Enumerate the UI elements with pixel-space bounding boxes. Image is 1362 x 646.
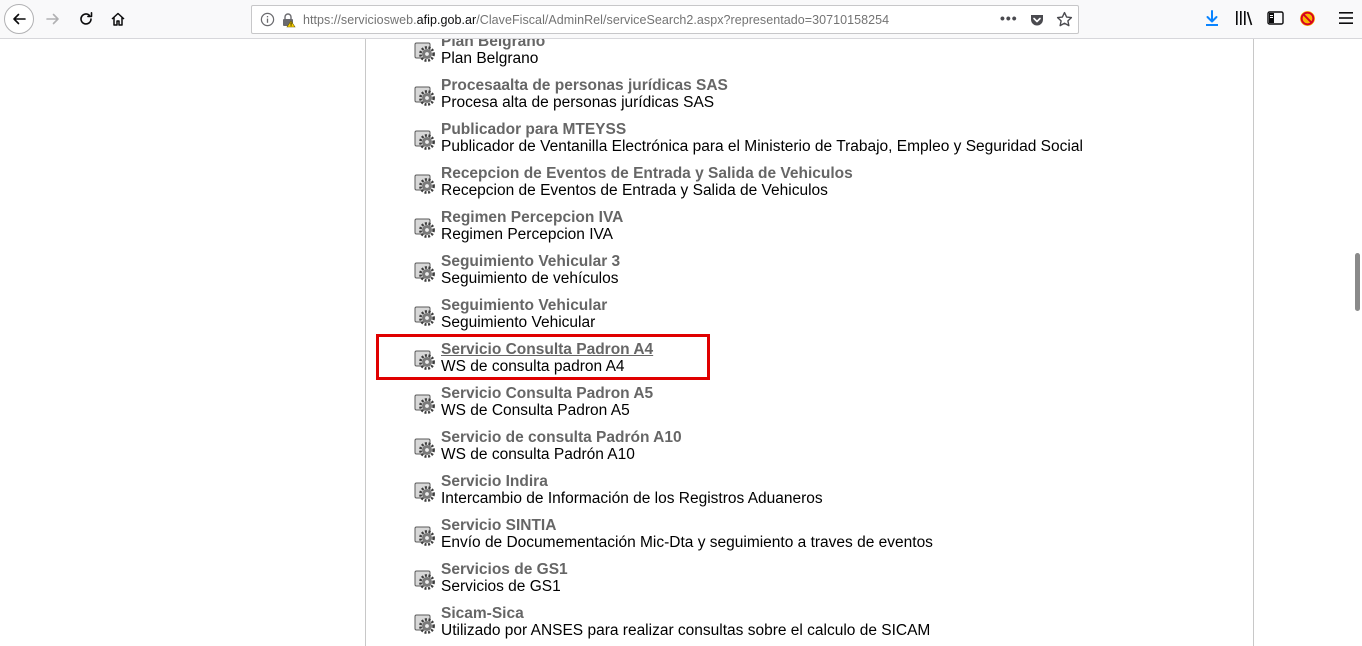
insecure-lock-icon[interactable] <box>280 12 296 28</box>
service-gear-icon <box>414 526 435 546</box>
service-name-link[interactable]: Recepcion de Eventos de Entrada y Salida… <box>441 165 853 183</box>
sidebar-icon[interactable] <box>1267 10 1284 26</box>
service-gear-icon <box>414 570 435 590</box>
service-list-item: Servicio Consulta Padron A4 WS de consul… <box>366 330 1253 375</box>
info-icon[interactable] <box>260 12 275 27</box>
back-button[interactable] <box>4 4 34 34</box>
browser-toolbar: https://serviciosweb.afip.gob.ar/ClaveFi… <box>0 0 1362 39</box>
arrow-left-icon <box>13 13 26 25</box>
service-list-item: Servicios de GS1 Servicios de GS1 <box>366 550 1253 595</box>
service-list-item: Seguimiento Vehicular 3 Seguimiento de v… <box>366 242 1253 287</box>
service-list-item: Regimen Percepcion IVA Regimen Percepcio… <box>366 198 1253 243</box>
service-list-item: Seguimiento Vehicular Seguimiento Vehicu… <box>366 286 1253 331</box>
service-list-item: Publicador para MTEYSS Publicador de Ven… <box>366 110 1253 155</box>
page-actions-button[interactable]: ••• <box>1000 10 1018 26</box>
service-gear-icon <box>414 42 435 62</box>
service-gear-icon <box>414 306 435 326</box>
bookmark-star-icon[interactable] <box>1056 11 1073 28</box>
home-icon <box>111 12 125 26</box>
forward-button[interactable] <box>38 4 68 34</box>
scrollbar-thumb[interactable] <box>1355 253 1360 311</box>
service-name-link[interactable]: Servicio Indira <box>441 473 548 491</box>
url-prefix: https://serviciosweb. <box>303 13 417 27</box>
service-gear-icon <box>414 438 435 458</box>
service-name-link[interactable]: Sicam-Sica <box>441 605 524 623</box>
service-gear-icon <box>414 130 435 150</box>
service-list: Plan Belgrano Plan Belgrano Procesaalta … <box>366 39 1253 639</box>
service-list-item: Plan Belgrano Plan Belgrano <box>366 39 1253 67</box>
service-gear-icon <box>414 614 435 634</box>
service-name-link[interactable]: Servicios de GS1 <box>441 561 568 579</box>
blocker-extension-icon[interactable] <box>1299 10 1316 27</box>
url-domain: afip.gob.ar <box>416 13 477 27</box>
service-list-item: Servicio SINTIA Envío de Documementación… <box>366 506 1253 551</box>
service-description: Utilizado por ANSES para realizar consul… <box>441 622 931 639</box>
pocket-icon[interactable] <box>1029 12 1045 28</box>
service-name-link[interactable]: Servicio SINTIA <box>441 517 556 535</box>
service-name-link[interactable]: Servicio de consulta Padrón A10 <box>441 429 682 447</box>
home-button[interactable] <box>103 4 133 34</box>
service-gear-icon <box>414 174 435 194</box>
service-gear-icon <box>414 262 435 282</box>
page-scrollbar[interactable] <box>1352 39 1362 646</box>
reload-button[interactable] <box>71 4 101 34</box>
service-list-item: Servicio Consulta Padron A5 WS de Consul… <box>366 374 1253 419</box>
service-gear-icon <box>414 218 435 238</box>
url-text[interactable]: https://serviciosweb.afip.gob.ar/ClaveFi… <box>303 13 889 27</box>
service-list-item: Procesaalta de personas jurídicas SAS Pr… <box>366 66 1253 111</box>
service-gear-icon <box>414 86 435 106</box>
service-name-link[interactable]: Seguimiento Vehicular <box>441 297 607 315</box>
service-list-item: Servicio Indira Intercambio de Informaci… <box>366 462 1253 507</box>
url-path: /ClaveFiscal/AdminRel/serviceSearch2.asp… <box>476 13 890 27</box>
service-gear-icon <box>414 482 435 502</box>
content-panel: Plan Belgrano Plan Belgrano Procesaalta … <box>365 39 1254 646</box>
arrow-right-icon <box>46 13 59 25</box>
service-list-item: Recepcion de Eventos de Entrada y Salida… <box>366 154 1253 199</box>
service-name-link[interactable]: Procesaalta de personas jurídicas SAS <box>441 77 728 95</box>
reload-icon <box>80 12 93 25</box>
service-gear-icon <box>414 394 435 414</box>
service-name-link[interactable]: Regimen Percepcion IVA <box>441 209 623 227</box>
service-name-link[interactable]: Servicio Consulta Padron A4 <box>441 341 653 359</box>
service-name-link[interactable]: Seguimiento Vehicular 3 <box>441 253 620 271</box>
service-list-item: Sicam-Sica Utilizado por ANSES para real… <box>366 594 1253 639</box>
service-list-item: Servicio de consulta Padrón A10 WS de co… <box>366 418 1253 463</box>
service-name-link[interactable]: Publicador para MTEYSS <box>441 121 626 139</box>
service-name-link[interactable]: Servicio Consulta Padron A5 <box>441 385 653 403</box>
library-icon[interactable] <box>1235 10 1253 26</box>
url-bar[interactable]: https://serviciosweb.afip.gob.ar/ClaveFi… <box>251 5 1079 34</box>
hamburger-menu-icon[interactable] <box>1338 10 1354 26</box>
service-gear-icon <box>414 350 435 370</box>
download-icon[interactable] <box>1204 10 1220 27</box>
